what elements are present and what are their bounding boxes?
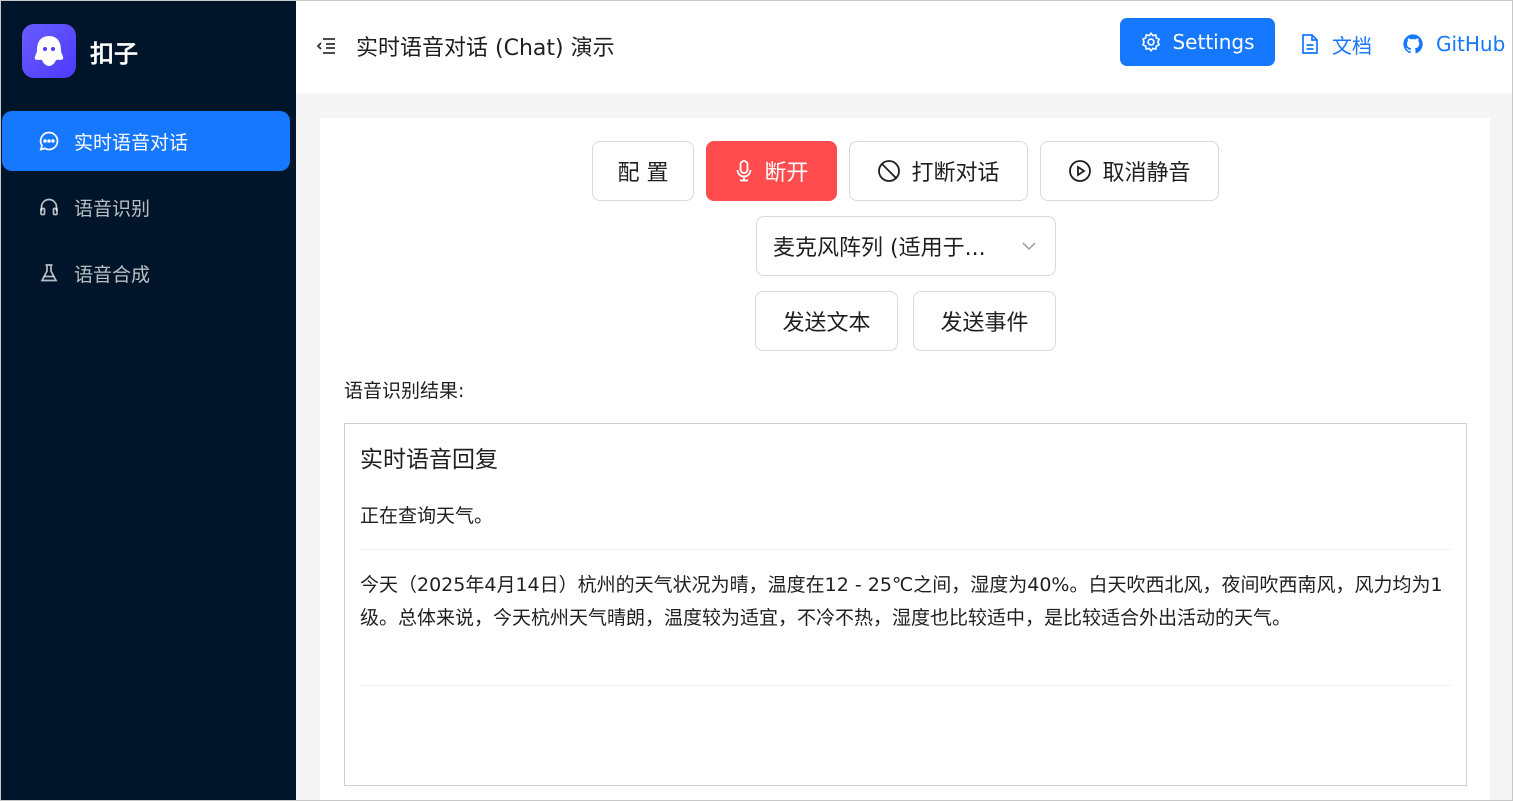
sidebar-item-speech-synthesis[interactable]: 语音合成 <box>2 243 290 303</box>
docs-label: 文档 <box>1332 33 1372 58</box>
config-button[interactable]: 配 置 <box>592 141 694 201</box>
sidebar-item-label: 语音合成 <box>74 263 151 286</box>
gear-icon <box>1142 31 1161 53</box>
document-icon <box>1302 34 1318 54</box>
disconnect-label: 断开 <box>764 161 809 186</box>
result-box: 实时语音回复 正在查询天气。 今天（2025年4月14日）杭州的天气状况为晴，温… <box>344 423 1467 786</box>
sidebar-menu: 实时语音对话 语音识别 语音合成 <box>0 111 296 309</box>
page-title: 实时语音对话 (Chat) 演示 <box>356 36 615 61</box>
github-link[interactable]: GitHub <box>1402 30 1505 58</box>
sidebar-item-label: 语音识别 <box>74 197 151 220</box>
send-text-button[interactable]: 发送文本 <box>755 291 898 351</box>
result-title: 实时语音回复 <box>360 447 498 473</box>
microphone-icon <box>737 160 752 182</box>
send-event-label: 发送事件 <box>940 311 1029 336</box>
unmute-button[interactable]: 取消静音 <box>1040 141 1219 201</box>
sidebar-item-speech-recognition[interactable]: 语音识别 <box>2 177 290 237</box>
coze-logo-icon <box>22 24 76 78</box>
headphones-icon <box>38 196 60 218</box>
send-event-button[interactable]: 发送事件 <box>913 291 1056 351</box>
unmute-label: 取消静音 <box>1102 161 1191 186</box>
flask-icon <box>38 262 60 284</box>
logo[interactable]: 扣子 <box>22 24 138 78</box>
result-label: 语音识别结果: <box>344 380 465 402</box>
chat-bubble-icon <box>38 130 60 152</box>
result-message: 今天（2025年4月14日）杭州的天气状况为晴，温度在12 - 25℃之间，湿度… <box>360 569 1452 686</box>
settings-label: Settings <box>1172 30 1255 54</box>
chevron-down-icon <box>1022 242 1036 251</box>
interrupt-button[interactable]: 打断对话 <box>849 141 1028 201</box>
content-card: 配 置 断开 打断对话 取消静音 麦克风阵列 (适用于... 发送文本 发送事件… <box>320 118 1490 801</box>
stop-circle-icon <box>878 160 901 182</box>
logo-text: 扣子 <box>90 39 138 68</box>
github-label: GitHub <box>1436 32 1506 56</box>
send-text-label: 发送文本 <box>782 311 871 336</box>
header: 实时语音对话 (Chat) 演示 Settings 文档 GitHub <box>296 0 1513 93</box>
disconnect-button[interactable]: 断开 <box>706 141 837 201</box>
sidebar-item-label: 实时语音对话 <box>74 131 189 154</box>
microphone-select-value: 麦克风阵列 (适用于... <box>773 236 986 261</box>
result-message: 正在查询天气。 <box>360 500 1452 550</box>
menu-fold-icon[interactable] <box>314 34 338 58</box>
docs-link[interactable]: 文档 <box>1300 30 1372 58</box>
config-label: 配 置 <box>617 161 669 186</box>
microphone-select[interactable]: 麦克风阵列 (适用于... <box>756 216 1056 276</box>
sidebar-item-realtime-chat[interactable]: 实时语音对话 <box>2 111 290 171</box>
sidebar: 扣子 实时语音对话 语音识别 语音合成 <box>0 0 296 801</box>
play-circle-icon <box>1069 160 1092 182</box>
github-icon <box>1403 34 1423 54</box>
interrupt-label: 打断对话 <box>911 161 1000 186</box>
settings-button[interactable]: Settings <box>1120 18 1275 66</box>
